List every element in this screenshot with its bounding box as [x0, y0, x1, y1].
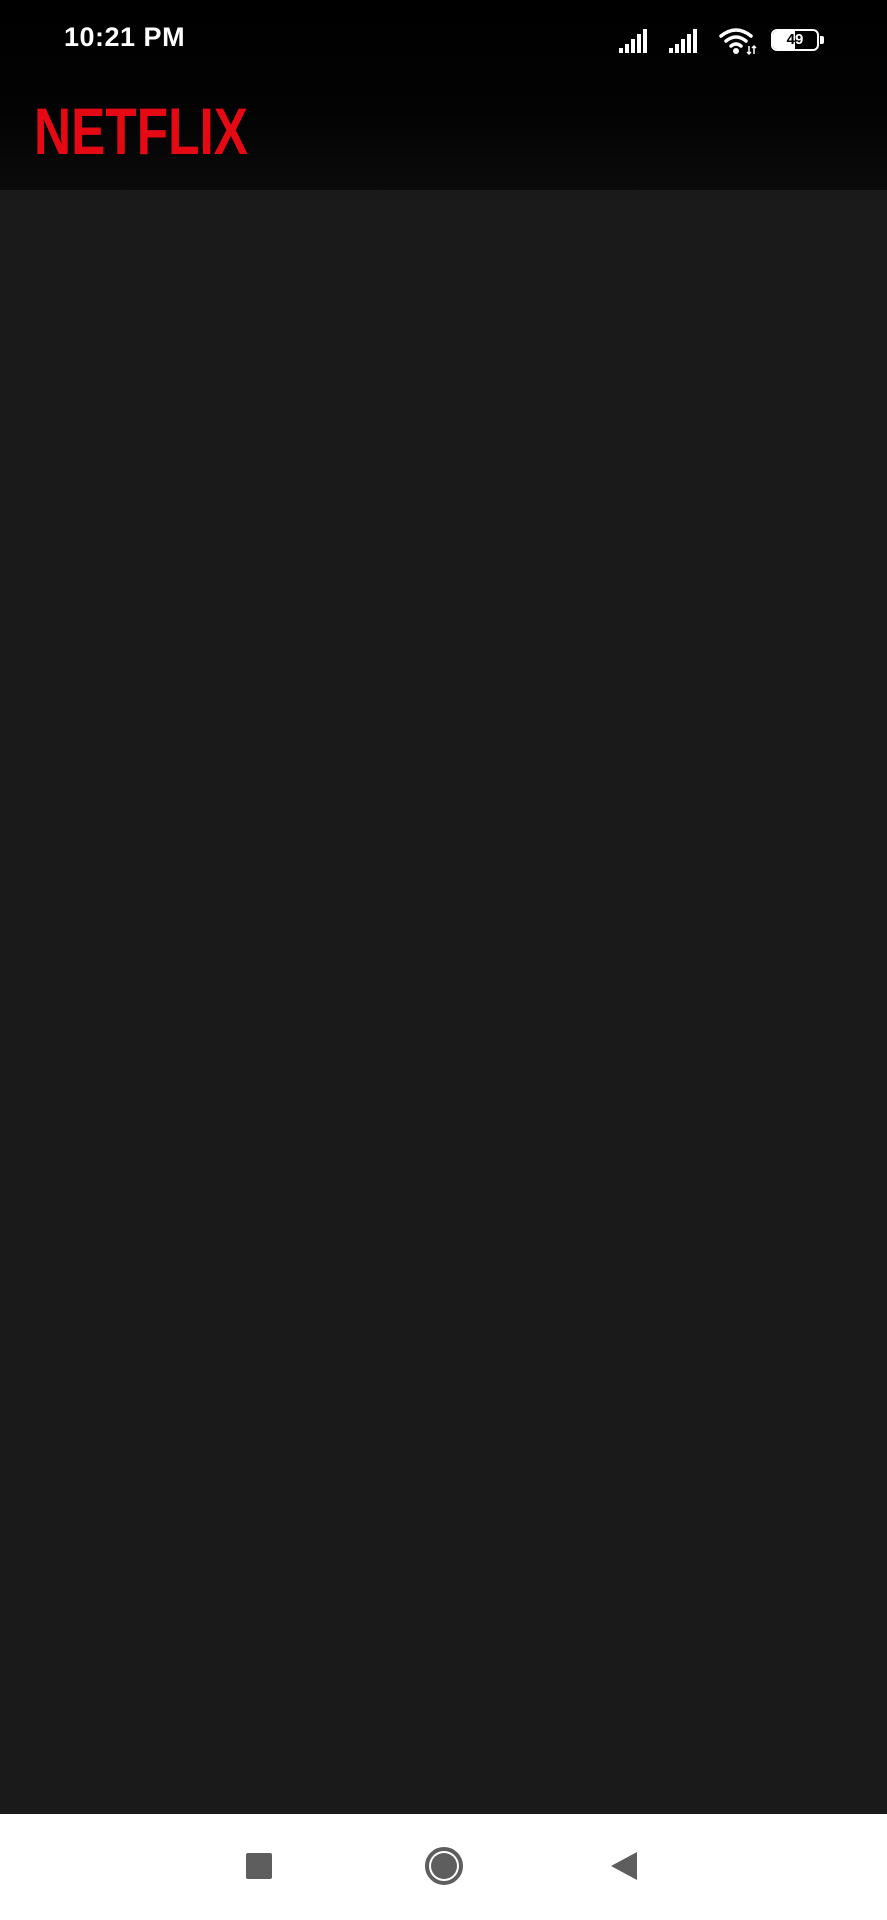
home-button[interactable]	[412, 1834, 476, 1898]
recents-icon	[246, 1853, 272, 1879]
home-icon	[425, 1847, 463, 1885]
app-screen: 10:21 PM 49 NETFLIX	[0, 0, 887, 1920]
system-nav-bar	[0, 1814, 887, 1920]
wifi-icon	[719, 26, 757, 56]
content-area	[0, 190, 887, 1814]
netflix-logo: NETFLIX	[34, 92, 250, 168]
recents-button[interactable]	[227, 1834, 291, 1898]
signal-icon	[669, 28, 705, 54]
back-icon	[611, 1852, 637, 1880]
battery-level: 49	[786, 31, 804, 48]
signal-icon	[619, 28, 655, 54]
status-icons: 49	[619, 24, 825, 58]
battery-icon: 49	[771, 29, 825, 53]
back-button[interactable]	[592, 1834, 656, 1898]
logo-text: NETFLIX	[34, 94, 248, 162]
status-time: 10:21 PM	[64, 22, 186, 52]
app-header: 10:21 PM 49 NETFLIX	[0, 0, 887, 190]
